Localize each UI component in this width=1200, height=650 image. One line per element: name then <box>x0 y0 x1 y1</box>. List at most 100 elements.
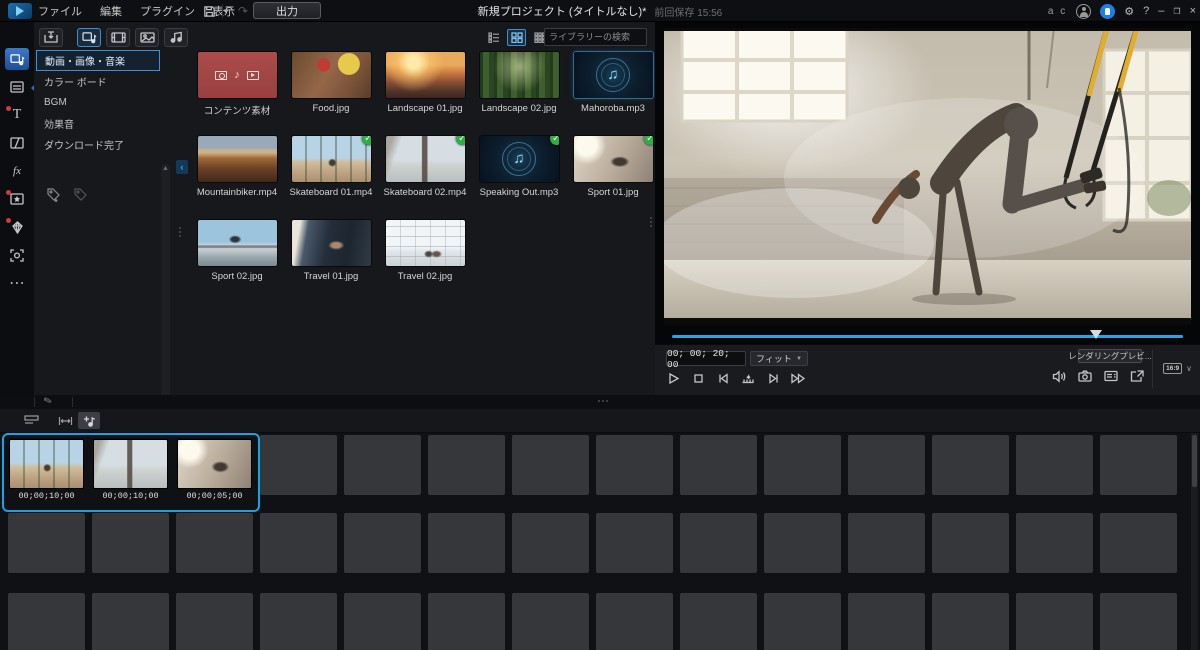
sidebar-item-ai-room[interactable] <box>5 244 29 266</box>
folder-item-0[interactable]: 動画・画像・音楽 <box>36 50 160 71</box>
storyboard-empty-slot[interactable] <box>848 435 925 495</box>
previous-frame-button[interactable] <box>715 370 731 386</box>
remove-tag-icon[interactable] <box>73 187 88 202</box>
tab-image[interactable] <box>135 27 159 47</box>
storyboard-empty-slot[interactable] <box>92 513 169 573</box>
storyboard-empty-slot[interactable] <box>932 513 1009 573</box>
storyboard-empty-slot[interactable] <box>260 593 337 650</box>
media-details-icon[interactable] <box>1103 368 1119 384</box>
list-view-icon[interactable] <box>484 29 503 46</box>
storyboard-empty-slot[interactable] <box>680 513 757 573</box>
storyboard-empty-slot[interactable] <box>1100 435 1177 495</box>
storyboard-empty-slot[interactable] <box>848 593 925 650</box>
storyboard-empty-slot[interactable] <box>680 435 757 495</box>
storyboard-empty-slot[interactable] <box>260 435 337 495</box>
menu-item-2[interactable]: プラグイン <box>140 3 195 19</box>
timeline-view-icon[interactable] <box>20 412 42 429</box>
storyboard-empty-slot[interactable] <box>1100 513 1177 573</box>
media-item[interactable]: ♫ ✓ Speaking Out.mp3 <box>472 136 566 198</box>
sidebar-item-pip-room[interactable] <box>5 188 29 210</box>
close-icon[interactable]: × <box>1190 5 1196 17</box>
panel-resize-handle[interactable] <box>650 217 652 227</box>
redo-icon[interactable]: ↷ <box>234 2 252 20</box>
sidebar-item-template-room[interactable] <box>5 76 29 98</box>
sidebar-item-transition-room[interactable] <box>5 132 29 154</box>
media-item[interactable]: Travel 02.jpg <box>378 220 472 282</box>
render-preview-button[interactable]: レンダリングプレビ... <box>1068 349 1152 363</box>
playhead-marker[interactable] <box>1090 330 1102 339</box>
export-button[interactable]: 出力 <box>253 2 321 19</box>
collapse-folder-pane-icon[interactable]: ‹ <box>176 160 188 174</box>
app-logo-icon[interactable] <box>8 3 32 19</box>
timecode-display[interactable]: 00; 00; 20; 00 <box>666 348 746 370</box>
media-item[interactable]: ✓ Sport 01.jpg <box>566 136 660 198</box>
storyboard-empty-slot[interactable] <box>764 513 841 573</box>
storyboard-empty-slot[interactable] <box>92 593 169 650</box>
media-item[interactable]: ✓ Skateboard 02.mp4 <box>378 136 472 198</box>
grid-view-icon[interactable] <box>507 28 526 46</box>
save-icon[interactable] <box>200 2 218 20</box>
fast-forward-button[interactable] <box>790 370 806 386</box>
storyboard-empty-slot[interactable] <box>8 593 85 650</box>
folder-item-4[interactable]: ダウンロード完了 <box>36 134 160 155</box>
storyboard-empty-slot[interactable] <box>8 513 85 573</box>
storyboard-empty-slot[interactable] <box>428 593 505 650</box>
folder-item-2[interactable]: BGM <box>36 92 160 113</box>
divider-handle[interactable] <box>598 400 608 402</box>
storyboard-empty-slot[interactable] <box>1016 435 1093 495</box>
storyboard-empty-slot[interactable] <box>344 435 421 495</box>
tab-audio[interactable] <box>164 27 188 47</box>
sidebar-item-effect-room[interactable]: fx <box>5 160 29 182</box>
storyboard-empty-slot[interactable] <box>1016 593 1093 650</box>
storyboard-scrollbar[interactable] <box>1191 433 1198 650</box>
storyboard-empty-slot[interactable] <box>764 435 841 495</box>
preview-video[interactable] <box>664 28 1191 325</box>
play-button[interactable] <box>665 370 681 386</box>
settings-gear-icon[interactable]: ⚙ <box>1124 5 1134 18</box>
sidebar-more-icon[interactable]: ⋯ <box>5 272 29 294</box>
snapshot-camera-icon[interactable] <box>1077 368 1093 384</box>
sidebar-item-title-room[interactable]: T <box>5 104 29 126</box>
undock-window-icon[interactable] <box>1129 368 1145 384</box>
media-item[interactable]: Travel 01.jpg <box>284 220 378 282</box>
storyboard-empty-slot[interactable] <box>344 513 421 573</box>
notification-icon[interactable] <box>1100 3 1116 19</box>
storyboard-empty-slot[interactable] <box>512 435 589 495</box>
import-media-button[interactable] <box>39 27 63 47</box>
sidebar-item-particle-room[interactable] <box>5 216 29 238</box>
pane-resize-handle[interactable] <box>179 227 181 237</box>
storyboard-clip[interactable]: 00;00;10;00 <box>92 435 169 507</box>
volume-icon[interactable] <box>1051 368 1067 384</box>
folder-item-1[interactable]: カラー ボード <box>36 71 160 92</box>
add-tag-icon[interactable] <box>46 187 61 202</box>
search-input[interactable] <box>545 32 670 42</box>
storyboard-empty-slot[interactable] <box>764 593 841 650</box>
storyboard-empty-slot[interactable] <box>512 593 589 650</box>
media-item[interactable]: ✓ Skateboard 01.mp4 <box>284 136 378 198</box>
tab-all-media[interactable] <box>77 27 101 47</box>
storyboard-empty-slot[interactable] <box>1016 513 1093 573</box>
zoom-mode-dropdown[interactable]: フィット ▼ <box>750 351 808 366</box>
storyboard-empty-slot[interactable] <box>596 593 673 650</box>
folder-item-3[interactable]: 効果音 <box>36 113 160 134</box>
storyboard-empty-slot[interactable] <box>428 435 505 495</box>
storyboard-empty-slot[interactable] <box>932 593 1009 650</box>
stop-button[interactable] <box>690 370 706 386</box>
storyboard-empty-slot[interactable] <box>596 435 673 495</box>
storyboard-empty-slot[interactable] <box>848 513 925 573</box>
storyboard-clip[interactable]: 00;00;10;00 <box>8 435 85 507</box>
storyboard-empty-slot[interactable] <box>344 593 421 650</box>
storyboard-empty-slot[interactable] <box>512 513 589 573</box>
media-item[interactable]: Mountainbiker.mp4 <box>190 136 284 198</box>
account-avatar-icon[interactable] <box>1076 3 1092 19</box>
storyboard-empty-slot[interactable] <box>428 513 505 573</box>
next-frame-button[interactable] <box>765 370 781 386</box>
folder-tree-scrollbar[interactable]: ▲▼ <box>161 164 170 402</box>
storyboard-empty-slot[interactable] <box>596 513 673 573</box>
restore-icon[interactable]: ❐ <box>1173 7 1180 16</box>
panel-divider[interactable]: ✎ <box>0 395 1200 409</box>
add-bgm-icon[interactable] <box>78 412 100 429</box>
pen-tool-icon[interactable]: ✎ <box>42 395 54 408</box>
menu-item-1[interactable]: 編集 <box>100 3 122 19</box>
media-item[interactable]: Sport 02.jpg <box>190 220 284 282</box>
